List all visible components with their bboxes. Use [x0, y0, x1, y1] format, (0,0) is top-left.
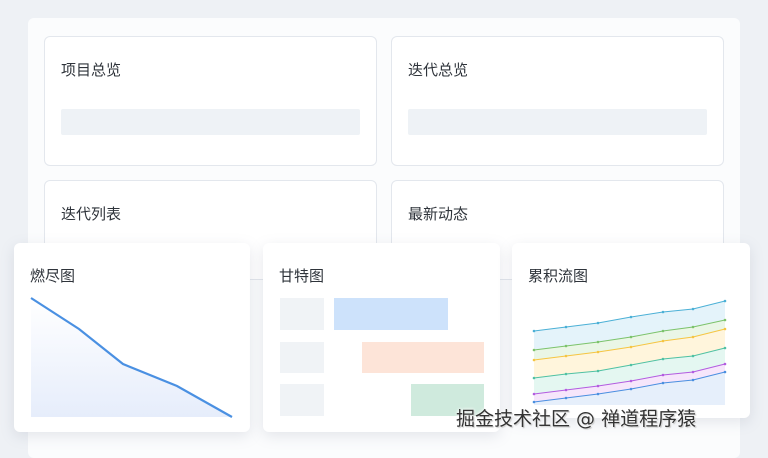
cfd-point — [691, 335, 695, 339]
burndown-chart — [30, 297, 233, 418]
cfd-point — [564, 396, 568, 400]
iteration-overview-card[interactable]: 迭代总览 — [391, 36, 724, 166]
placeholder-bar — [61, 109, 360, 135]
cfd-point — [629, 345, 633, 349]
card-title: 最新动态 — [408, 205, 469, 223]
cfd-point — [661, 357, 665, 361]
cfd-point — [691, 325, 695, 329]
cfd-point — [596, 350, 600, 354]
card-title: 迭代列表 — [61, 205, 122, 223]
gantt-label-1 — [280, 298, 324, 330]
cfd-point — [564, 372, 568, 376]
cfd-point — [564, 388, 568, 392]
gantt-label-3 — [280, 384, 324, 416]
cfd-point — [723, 370, 727, 374]
cfd-point — [629, 363, 633, 367]
cfd-point — [661, 310, 665, 314]
cfd-point — [564, 344, 568, 348]
placeholder-bar — [408, 109, 707, 135]
cfd-point — [532, 392, 536, 396]
cfd-point — [532, 376, 536, 380]
cumulative-flow-chart — [532, 299, 727, 405]
cfd-point — [596, 321, 600, 325]
cfd-point — [532, 358, 536, 362]
cfd-point — [661, 373, 665, 377]
watermark: 掘金技术社区 @ 禅道程序猿 — [456, 408, 697, 430]
cfd-point — [723, 362, 727, 366]
cfd-point — [532, 400, 536, 404]
cfd-point — [691, 370, 695, 374]
project-overview-card[interactable]: 项目总览 — [44, 36, 377, 166]
cfd-point — [691, 307, 695, 311]
cfd-point — [723, 318, 727, 322]
cfd-point — [629, 335, 633, 339]
card-title: 项目总览 — [61, 61, 122, 79]
cfd-point — [629, 387, 633, 391]
cfd-point — [564, 325, 568, 329]
cfd-point — [661, 339, 665, 343]
cfd-point — [596, 340, 600, 344]
cumulative-flow-card[interactable]: 累积流图 — [512, 243, 750, 418]
cfd-point — [723, 346, 727, 350]
gantt-bar-2 — [362, 342, 484, 373]
cfd-point — [661, 329, 665, 333]
burndown-card[interactable]: 燃尽图 — [14, 243, 250, 432]
cfd-point — [629, 379, 633, 383]
card-title: 迭代总览 — [408, 61, 469, 79]
cfd-point — [564, 354, 568, 358]
cfd-point — [596, 392, 600, 396]
gantt-label-2 — [280, 342, 324, 373]
cfd-point — [691, 378, 695, 382]
cfd-point — [723, 327, 727, 331]
cfd-point — [532, 329, 536, 333]
cfd-point — [661, 381, 665, 385]
cfd-point — [629, 315, 633, 319]
cfd-point — [532, 348, 536, 352]
cfd-point — [691, 354, 695, 358]
cfd-point — [723, 299, 727, 303]
cfd-point — [596, 384, 600, 388]
gantt-bar-1 — [334, 298, 448, 330]
cfd-point — [596, 369, 600, 373]
